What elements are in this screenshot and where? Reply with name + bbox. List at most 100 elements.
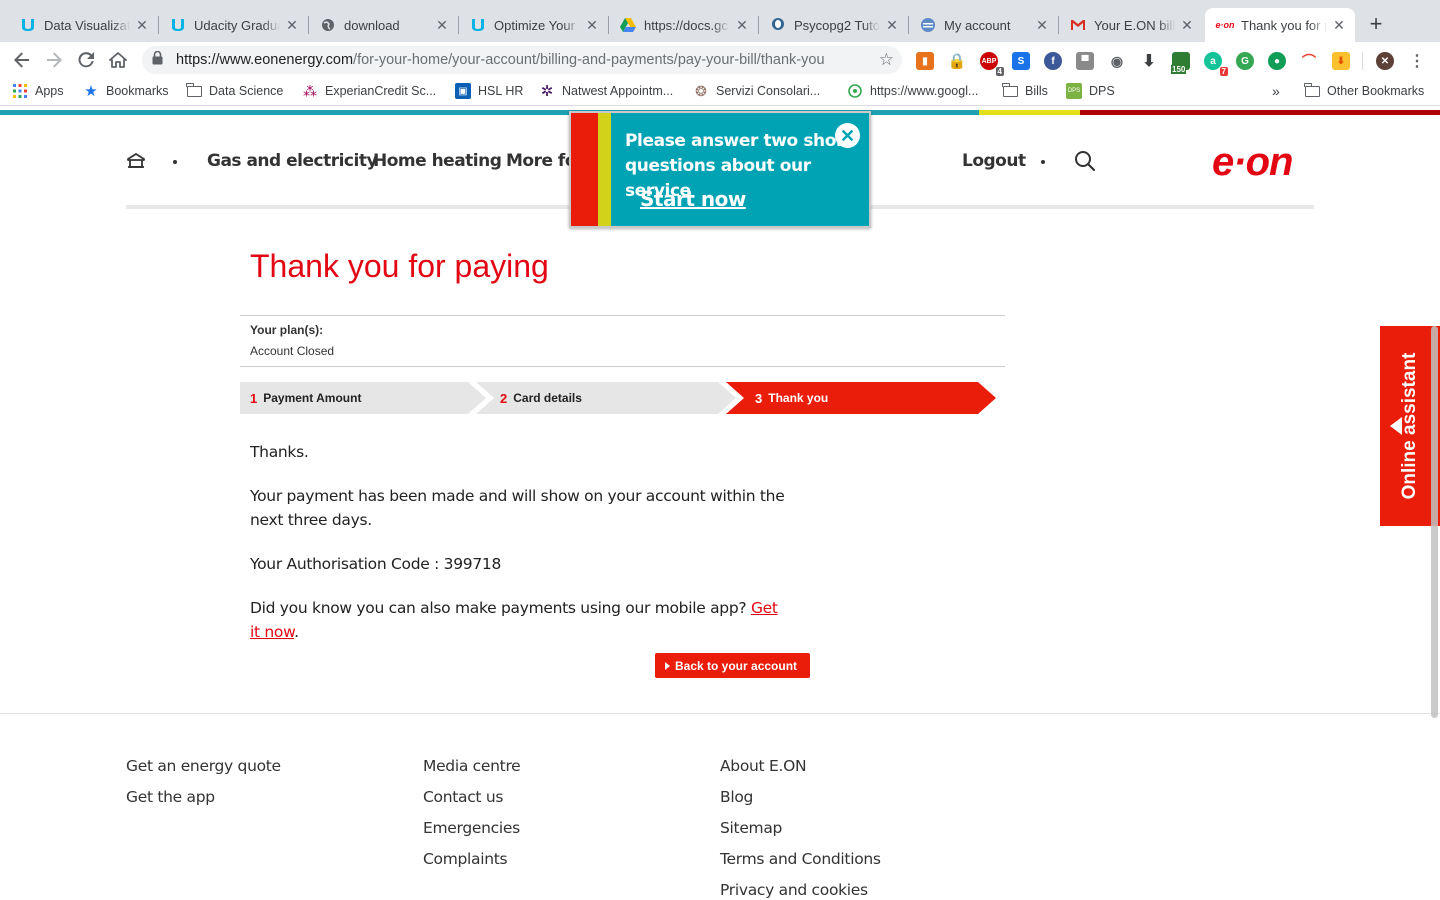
survey-start-now-link[interactable]: Start now	[640, 187, 746, 211]
office-extension-icon[interactable]: ▮	[916, 52, 934, 70]
new-tab-button[interactable]: +	[1366, 13, 1386, 37]
plan-summary: Your plan(s): Account Closed	[240, 315, 1005, 367]
confirmation-message: Thanks. Your payment has been made and w…	[250, 440, 790, 664]
yellow-download-extension-icon[interactable]: ⬇	[1332, 52, 1350, 70]
nav-dot	[173, 160, 177, 164]
payment-progress-steps: 1 Payment Amount 2 Card details 3 Thank you	[240, 382, 1000, 414]
footer-column-1: Get an energy quote Get the app	[126, 756, 281, 818]
footer-link[interactable]: Terms and Conditions	[720, 849, 881, 880]
bookmark-dps[interactable]: DPS DPS	[1066, 83, 1115, 99]
grammarly-extension-icon[interactable]: a7	[1204, 52, 1228, 76]
bookmark-apps[interactable]: Apps	[12, 83, 64, 99]
close-tab-icon[interactable]: ✕	[134, 17, 150, 34]
browser-tab[interactable]: Data Visualizati ✕	[8, 8, 158, 42]
close-tab-icon[interactable]: ✕	[1179, 17, 1195, 34]
bookmark-folder-bills[interactable]: Bills	[1002, 82, 1048, 99]
rainbow-extension-icon[interactable]: ⌒	[1300, 52, 1318, 70]
browser-tab[interactable]: Optimize Your ✕	[458, 8, 608, 42]
padlock-extension-icon[interactable]: 🔒	[948, 52, 967, 70]
eon-logo[interactable]: e·on	[1212, 140, 1293, 185]
bookmark-servizi-consolari[interactable]: ❂ Servizi Consolari...	[693, 83, 820, 99]
payment-message: Your payment has been made and will show…	[250, 487, 785, 529]
forward-arrow-icon[interactable]	[42, 48, 66, 72]
profile-avatar-icon[interactable]: ✕	[1376, 52, 1394, 70]
mobile-app-message: Did you know you can also make payments …	[250, 599, 778, 641]
browser-tab[interactable]: Your E.ON bill ✕	[1058, 8, 1203, 42]
bookmark-google-link[interactable]: https://www.googl...	[847, 83, 978, 99]
survey-red-stripe	[571, 113, 598, 226]
bookmark-bookmarks[interactable]: ★ Bookmarks	[83, 83, 168, 100]
browser-tab[interactable]: Udacity Gradua ✕	[158, 8, 308, 42]
browser-toolbar: https://www.eonenergy.com/for-your-home/…	[0, 42, 1440, 78]
browser-tab-active[interactable]: e·on Thank you for p ✕	[1205, 8, 1355, 42]
folder-icon	[186, 82, 202, 99]
plan-label: Your plan(s):	[250, 323, 324, 337]
natwest-icon: ✲	[540, 83, 554, 100]
s-extension-icon[interactable]: S	[1012, 52, 1030, 70]
bookmarks-overflow-chevron-icon[interactable]: »	[1272, 83, 1280, 99]
online-assistant-label: Online assistant	[1399, 352, 1420, 500]
google-drive-icon	[620, 17, 636, 33]
close-icon[interactable]: ✕	[835, 123, 860, 148]
bookmark-folder-data-science[interactable]: Data Science	[186, 82, 283, 99]
camera-extension-icon[interactable]: ◉	[1108, 52, 1126, 70]
facebook-extension-icon[interactable]: f	[1044, 52, 1062, 70]
step-payment-amount: 1 Payment Amount	[250, 390, 362, 406]
chat-extension-icon[interactable]: ▀	[1076, 52, 1094, 70]
home-icon[interactable]	[126, 153, 146, 174]
udacity-icon	[20, 17, 36, 33]
footer-link[interactable]: Contact us	[423, 787, 520, 818]
close-tab-icon[interactable]: ✕	[1034, 17, 1050, 34]
green-g-extension-icon[interactable]: G	[1236, 52, 1254, 70]
score-extension-icon[interactable]: 150	[1171, 52, 1190, 74]
footer-link[interactable]: Get an energy quote	[126, 756, 281, 787]
close-tab-icon[interactable]: ✕	[1331, 17, 1347, 34]
close-tab-icon[interactable]: ✕	[434, 17, 450, 34]
bookmark-star-icon[interactable]: ☆	[879, 50, 894, 70]
footer-link[interactable]: Complaints	[423, 849, 520, 880]
footer-link[interactable]: Emergencies	[423, 818, 520, 849]
postgres-icon	[770, 17, 786, 33]
dps-icon: DPS	[1066, 83, 1082, 99]
bookmark-experian[interactable]: ⁂ ExperianCredit Sc...	[302, 83, 436, 99]
nav-home-heating[interactable]: Home heating	[373, 151, 502, 171]
footer-link[interactable]: Get the app	[126, 787, 281, 818]
footer-link[interactable]: Blog	[720, 787, 881, 818]
adblock-extension-icon[interactable]: ABP 4	[980, 52, 1004, 76]
nav-gas-and-electricity[interactable]: Gas and electricity	[207, 151, 378, 171]
close-tab-icon[interactable]: ✕	[734, 17, 750, 34]
close-tab-icon[interactable]: ✕	[884, 17, 900, 34]
home-icon[interactable]	[106, 48, 130, 72]
experian-icon: ⁂	[303, 82, 317, 99]
footer-link[interactable]: Privacy and cookies	[720, 880, 881, 900]
reload-icon[interactable]	[74, 48, 98, 72]
back-arrow-icon[interactable]	[10, 48, 34, 72]
page-scrollbar[interactable]	[1431, 326, 1438, 718]
menu-kebab-icon[interactable]: ⋮	[1408, 52, 1426, 70]
browser-tab[interactable]: Psycopg2 Tuto ✕	[758, 8, 908, 42]
browser-tab[interactable]: My account ✕	[908, 8, 1058, 42]
close-tab-icon[interactable]: ✕	[284, 17, 300, 34]
back-to-account-button[interactable]: Back to your account	[655, 653, 810, 678]
bookmark-other-bookmarks[interactable]: Other Bookmarks	[1304, 82, 1424, 99]
address-bar[interactable]: https://www.eonenergy.com/for-your-home/…	[142, 46, 902, 74]
bookmark-natwest[interactable]: ✲ Natwest Appointm...	[539, 83, 673, 100]
authorisation-code: Your Authorisation Code : 399718	[250, 555, 502, 573]
chat-bubble-extension-icon[interactable]: ●	[1268, 52, 1286, 70]
footer-link[interactable]: Media centre	[423, 756, 521, 787]
bookmark-hsl-hr[interactable]: ▣ HSL HR	[455, 83, 523, 99]
nav-dot	[1041, 160, 1045, 164]
browser-tab[interactable]: https://docs.gc ✕	[608, 8, 758, 42]
plan-value: Account Closed	[250, 344, 335, 358]
browser-tab[interactable]: download ✕	[308, 8, 458, 42]
logout-link[interactable]: Logout	[962, 151, 1026, 171]
download-extension-icon[interactable]: ⬇	[1140, 52, 1158, 70]
footer-link[interactable]: Sitemap	[720, 818, 881, 849]
footer-link[interactable]: About E.ON	[720, 756, 881, 787]
udacity-icon	[470, 17, 486, 33]
search-icon[interactable]	[1074, 150, 1096, 177]
page-title: Thank you for paying	[250, 248, 549, 284]
bookmarks-bar: Apps ★ Bookmarks Data Science ⁂ Experian…	[0, 78, 1440, 106]
close-tab-icon[interactable]: ✕	[584, 17, 600, 34]
account-icon	[920, 17, 936, 33]
